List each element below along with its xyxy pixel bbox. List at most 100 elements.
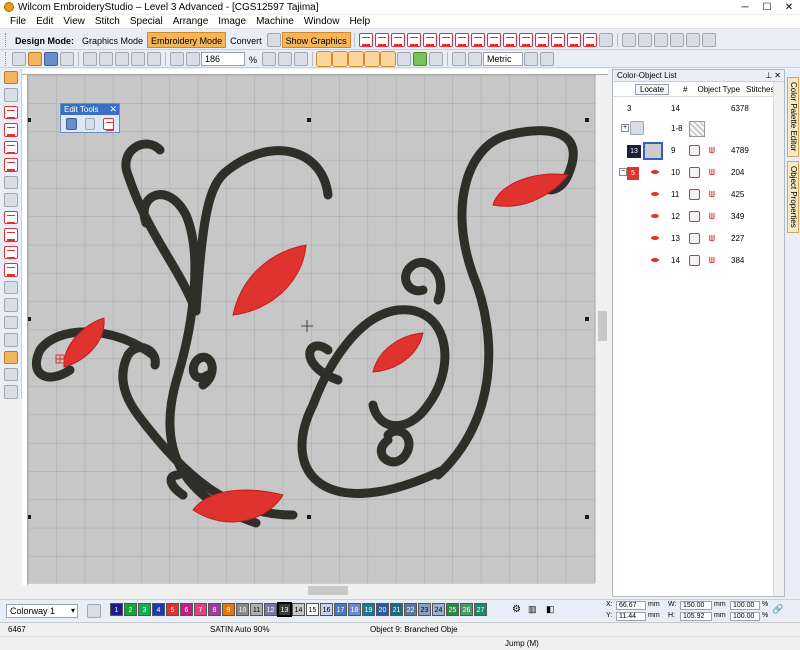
gear-icon[interactable]: ⚙ (512, 604, 521, 615)
align-left-icon[interactable] (621, 32, 636, 47)
thread-swatch[interactable]: 23 (418, 603, 431, 616)
list-item[interactable]: − 5 10 ᗯ 204 (613, 162, 784, 184)
list-item[interactable]: + 1-8 (613, 118, 784, 140)
scale-y-field[interactable]: 100.00 (730, 612, 760, 621)
scale-x-field[interactable]: 100.00 (730, 601, 760, 610)
design-canvas[interactable] (28, 75, 595, 583)
menu-image[interactable]: Image (218, 16, 246, 27)
run-tool-icon[interactable] (3, 140, 18, 155)
height-field[interactable]: 105.92 (680, 612, 712, 621)
collapse-icon[interactable]: − (619, 168, 627, 176)
menu-file[interactable]: File (10, 16, 26, 27)
toolbar-grip[interactable] (5, 32, 8, 47)
cut-icon[interactable] (83, 51, 97, 66)
thread-swatch[interactable]: 2 (124, 603, 137, 616)
thread-swatch[interactable]: 7 (194, 603, 207, 616)
undo-icon[interactable] (131, 51, 145, 66)
align-right-icon[interactable] (653, 32, 668, 47)
show-stitches-icon[interactable] (316, 50, 333, 67)
break-apart-icon[interactable] (84, 118, 96, 130)
close-icon[interactable]: ✕ (774, 71, 781, 80)
width-field[interactable]: 150.00 (680, 601, 712, 610)
locate-button[interactable]: Locate (635, 83, 670, 95)
thread-swatch[interactable]: 5 (166, 603, 179, 616)
thread-swatch[interactable]: 6 (180, 603, 193, 616)
measure-icon[interactable] (452, 51, 467, 66)
thread-swatch[interactable]: 19 (362, 603, 375, 616)
palette-color-icon[interactable]: ◧ (546, 604, 555, 615)
list-item[interactable]: 12 ᗯ 349 (613, 206, 784, 228)
list-item[interactable]: 14 ᗯ 384 (613, 250, 784, 272)
x-field[interactable]: 66.67 (616, 601, 646, 610)
close-icon[interactable]: ✕ (109, 104, 117, 115)
pattern-fill-icon[interactable] (422, 32, 437, 47)
zoom-icon[interactable] (170, 51, 184, 66)
convert-button[interactable]: Convert (226, 32, 266, 48)
thread-swatch[interactable]: 10 (236, 603, 249, 616)
thread-swatch[interactable]: 16 (320, 603, 333, 616)
menu-window[interactable]: Window (304, 16, 340, 27)
hoop-icon[interactable] (413, 51, 428, 66)
align-bottom-icon[interactable] (701, 32, 716, 47)
run-stitch-icon[interactable] (390, 32, 405, 47)
align-center-icon[interactable] (637, 32, 652, 47)
lock-proportions-icon[interactable]: 🔗 (772, 604, 783, 615)
colorway-select[interactable]: Colorway 1 (6, 603, 78, 618)
y-field[interactable]: 11.44 (616, 612, 646, 621)
menu-help[interactable]: Help (349, 16, 370, 27)
align-top-icon[interactable] (669, 32, 684, 47)
menu-edit[interactable]: Edit (36, 16, 53, 27)
cross-stitch-icon[interactable] (486, 32, 501, 47)
travel-icon[interactable] (429, 51, 444, 66)
hatch-tool-icon[interactable] (3, 385, 18, 399)
embroidery-mode-button[interactable]: Embroidery Mode (147, 31, 227, 48)
triple-run-icon[interactable] (406, 32, 421, 47)
circle-tool-icon[interactable] (3, 210, 18, 225)
team-names-tool-icon[interactable] (3, 350, 18, 364)
list-item[interactable]: 13 ᗯ 227 (613, 228, 784, 250)
zoom-input[interactable]: 186 (201, 51, 245, 66)
menu-stitch[interactable]: Stitch (95, 16, 120, 27)
list-item[interactable]: 13 9 ᗯ 4789 (613, 140, 784, 162)
satin-tool-icon[interactable] (3, 105, 18, 120)
scroll-thumb[interactable] (598, 311, 607, 341)
list-item[interactable]: 11 ᗯ 425 (613, 184, 784, 206)
thread-swatch[interactable]: 14 (292, 603, 305, 616)
thread-swatch[interactable]: 11 (250, 603, 263, 616)
zoom-box-icon[interactable] (186, 51, 200, 66)
fill-tool-icon[interactable] (3, 158, 18, 172)
knife-icon[interactable] (66, 118, 77, 130)
oval-tool-icon[interactable] (3, 228, 18, 242)
appliqué-icon[interactable] (470, 32, 485, 47)
close-button[interactable]: ✕ (778, 0, 800, 14)
redo-icon[interactable] (147, 51, 161, 66)
fill-holes-icon[interactable] (103, 118, 115, 131)
toolbar-grip[interactable] (5, 51, 8, 66)
thread-swatch[interactable]: 13 (277, 602, 292, 617)
pan-icon[interactable] (278, 51, 293, 66)
hand-stitch-icon[interactable] (550, 32, 565, 47)
effects-tool-icon[interactable] (3, 333, 18, 347)
paste-icon[interactable] (115, 51, 129, 66)
maximize-button[interactable]: ☐ (756, 0, 778, 14)
column-tool-icon[interactable] (3, 123, 18, 137)
thread-swatch[interactable]: 18 (348, 603, 361, 616)
open-file-icon[interactable] (28, 51, 42, 66)
palette-expand-icon[interactable]: ▥ (528, 604, 537, 615)
tab-object-properties[interactable]: Object Properties (787, 161, 799, 233)
sequin-icon[interactable] (454, 32, 469, 47)
satin-stitch-icon[interactable] (358, 32, 373, 47)
menu-machine[interactable]: Machine (256, 16, 294, 27)
menu-arrange[interactable]: Arrange (173, 16, 209, 27)
outline-tool-icon[interactable] (3, 175, 18, 190)
show-connectors-icon[interactable] (364, 50, 381, 67)
thread-swatch[interactable]: 26 (460, 603, 473, 616)
grid-icon[interactable] (294, 51, 309, 66)
appliqué-tool-icon[interactable] (3, 263, 18, 277)
pin-icon[interactable]: ⊥ (765, 71, 772, 80)
thread-swatch[interactable]: 12 (264, 603, 277, 616)
digitize-tool-icon[interactable] (3, 193, 18, 207)
vertical-scrollbar[interactable] (595, 75, 608, 583)
show-graphics-button[interactable]: Show Graphics (281, 31, 351, 48)
tatami-stitch-icon[interactable] (374, 32, 389, 47)
